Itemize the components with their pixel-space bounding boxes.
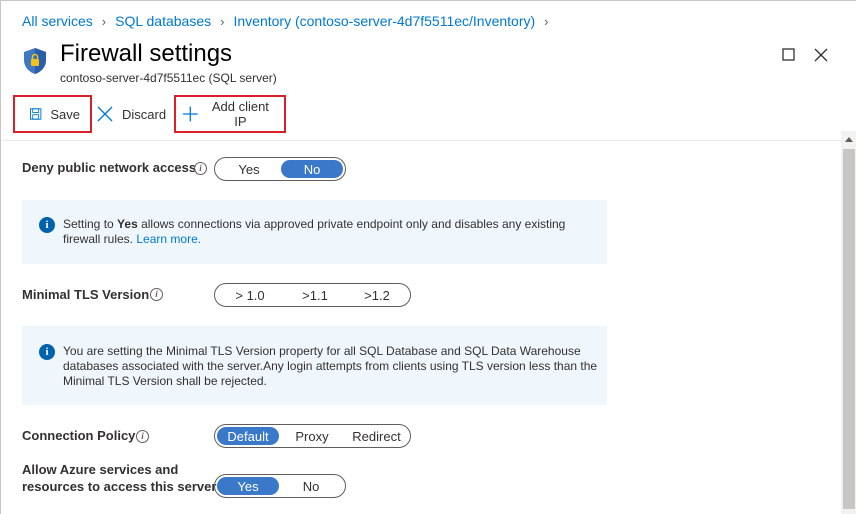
page-subtitle: contoso-server-4d7f5511ec (SQL server) (60, 71, 277, 85)
chevron-right-icon: › (544, 13, 549, 29)
command-bar: Save Discard Add client IP (13, 95, 287, 133)
info-icon[interactable]: i (194, 162, 207, 175)
toolbar-divider (1, 140, 841, 141)
breadcrumb-all-services[interactable]: All services (22, 13, 93, 29)
info-icon[interactable]: i (136, 430, 149, 443)
save-icon (30, 108, 42, 120)
blade: All services › SQL databases › Inventory… (0, 0, 856, 514)
breadcrumb-sql-databases[interactable]: SQL databases (115, 13, 211, 29)
deny-info-text: Setting to Yes allows connections via ap… (63, 217, 566, 246)
save-button[interactable]: Save (13, 95, 92, 133)
discard-label: Discard (122, 106, 167, 122)
deny-public-yes[interactable]: Yes (217, 160, 281, 178)
tls-info-text: You are setting the Minimal TLS Version … (63, 344, 598, 388)
tls-option-1-1[interactable]: >1.1 (283, 286, 347, 304)
connection-policy-label: Connection Policy (22, 428, 136, 443)
learn-more-link[interactable]: Learn more. (136, 232, 201, 246)
add-client-ip-button[interactable]: Add client IP (174, 95, 287, 133)
chevron-right-icon: › (101, 13, 107, 29)
connection-policy-default[interactable]: Default (217, 427, 279, 445)
allow-azure-label: Allow Azure services and resources to ac… (22, 462, 217, 494)
deny-public-label: Deny public network access (22, 160, 197, 175)
tls-option-1-0[interactable]: > 1.0 (217, 286, 283, 304)
tls-toggle: > 1.0 >1.1 >1.2 (214, 283, 411, 307)
connection-policy-toggle: Default Proxy Redirect (214, 424, 411, 448)
deny-public-toggle: Yes No (214, 157, 346, 181)
allow-azure-toggle: Yes No (214, 474, 346, 498)
breadcrumb-inventory[interactable]: Inventory (contoso-server-4d7f5511ec/Inv… (233, 13, 535, 29)
connection-policy-redirect[interactable]: Redirect (345, 427, 408, 445)
connection-policy-proxy[interactable]: Proxy (279, 427, 345, 445)
tls-label: Minimal TLS Version (22, 287, 150, 302)
discard-icon (97, 106, 113, 122)
allow-azure-yes[interactable]: Yes (217, 477, 279, 495)
info-filled-icon: i (39, 344, 55, 360)
page-title: Firewall settings (60, 40, 233, 67)
scroll-up-icon[interactable] (841, 131, 856, 147)
chevron-right-icon: › (220, 13, 225, 29)
tls-option-1-2[interactable]: >1.2 (347, 286, 407, 304)
info-filled-icon: i (39, 217, 55, 233)
add-client-ip-label: Add client IP (211, 99, 269, 129)
plus-icon (183, 106, 198, 122)
allow-azure-no[interactable]: No (279, 477, 343, 495)
maximize-icon[interactable] (781, 47, 797, 63)
scrollbar-thumb[interactable] (843, 149, 855, 509)
deny-public-no[interactable]: No (281, 160, 343, 178)
tls-info-box: i You are setting the Minimal TLS Versio… (22, 326, 607, 405)
info-icon[interactable]: i (150, 288, 163, 301)
save-label: Save (50, 106, 80, 122)
shield-icon (24, 48, 46, 74)
deny-info-box: i Setting to Yes allows connections via … (22, 200, 607, 264)
breadcrumb: All services › SQL databases › Inventory… (22, 13, 558, 29)
discard-button[interactable]: Discard (92, 95, 174, 133)
close-icon[interactable] (813, 47, 829, 63)
